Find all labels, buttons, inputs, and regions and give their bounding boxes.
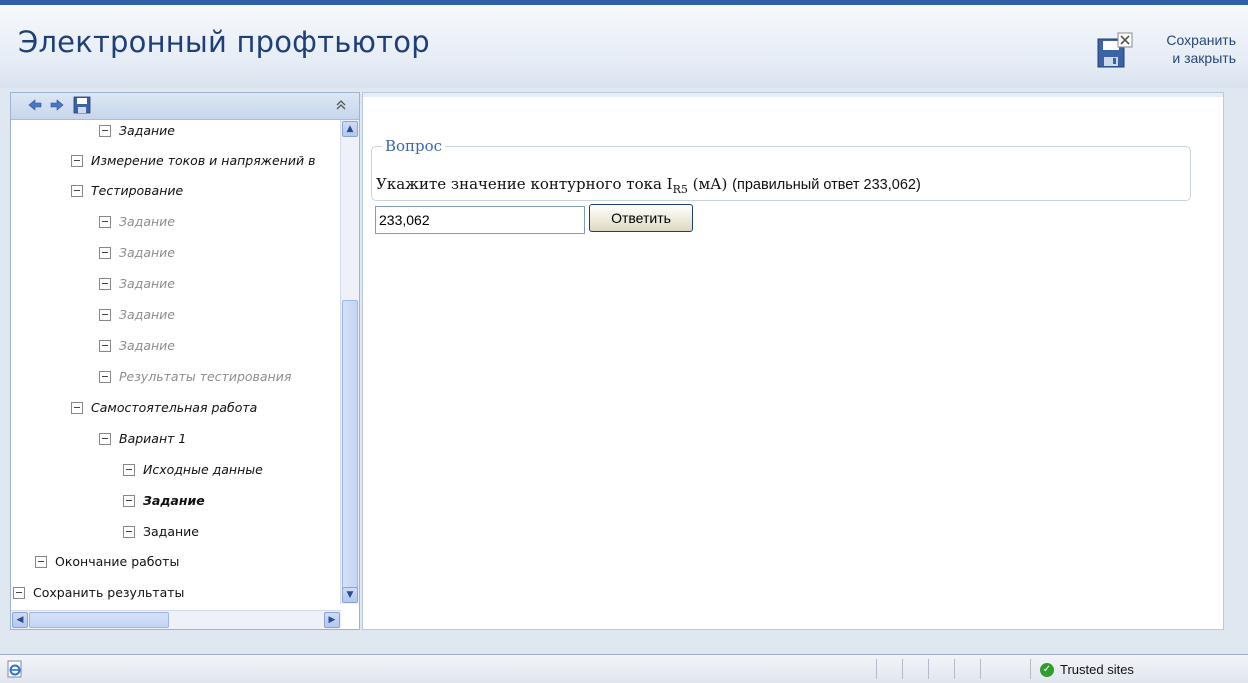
scroll-up-button[interactable]: ▲ — [342, 121, 358, 137]
tree-item-test-results[interactable]: Результаты тестирования — [99, 366, 291, 388]
node-collapse-icon — [99, 308, 111, 321]
tree-item-source-data[interactable]: Исходные данные — [123, 459, 263, 481]
question-hint: (правильный ответ 233,062) — [732, 177, 921, 193]
tree-item-variant-1[interactable]: Вариант 1 — [99, 428, 186, 450]
scroll-left-button[interactable]: ◀ — [12, 612, 28, 628]
node-collapse-icon — [99, 432, 111, 445]
node-collapse-icon — [99, 277, 111, 290]
tree-item-label: Задание — [119, 214, 175, 229]
answer-input[interactable] — [375, 206, 585, 234]
scroll-thumb-horizontal[interactable] — [29, 612, 169, 628]
status-separator — [902, 659, 903, 679]
nav-vertical-scrollbar[interactable]: ▲ ▼ — [340, 120, 359, 604]
tree-item-task[interactable]: Задание — [99, 211, 175, 233]
tree-item-label: Окончание работы — [55, 554, 180, 569]
status-separator — [928, 659, 929, 679]
question-text: Укажите значение контурного тока IR5 (мА… — [376, 175, 921, 196]
tree-item-task[interactable]: Задание — [123, 521, 199, 543]
tree-item-label: Исходные данные — [143, 462, 263, 477]
tree-item-task[interactable]: Задание — [99, 335, 175, 357]
back-arrow-icon[interactable] — [27, 97, 43, 113]
save-icon[interactable] — [73, 96, 91, 114]
security-zone[interactable]: ✓ Trusted sites — [1040, 660, 1134, 680]
tree-item-task-selected[interactable]: Задание — [123, 490, 205, 512]
content-panel: Вопрос Укажите значение контурного тока … — [362, 92, 1224, 630]
question-unit: (мА) — [687, 175, 733, 193]
tree-item-task[interactable]: Задание — [99, 273, 175, 295]
navigation-panel: Задание Измерение токов и напряжений в Т… — [10, 92, 360, 630]
tree-item-label: Результаты тестирования — [119, 369, 292, 384]
status-separator — [954, 659, 955, 679]
tree-item-testing[interactable]: Тестирование — [71, 180, 183, 202]
tree-item-end-of-work[interactable]: Окончание работы — [35, 551, 179, 573]
security-zone-label: Trusted sites — [1060, 662, 1134, 677]
question-legend: Вопрос — [385, 137, 443, 155]
status-separator — [980, 659, 981, 679]
tree-item-label: Самостоятельная работа — [91, 400, 258, 415]
question-subscript: R5 — [672, 183, 688, 196]
save-close-label-line2: и закрыть — [1172, 50, 1236, 66]
save-close-label: Сохранить и закрыть — [1166, 31, 1236, 67]
scroll-down-button[interactable]: ▼ — [342, 587, 358, 603]
ie-page-icon — [7, 660, 22, 678]
app-window: Электронный профтьютор Сохранить и закры… — [0, 0, 1248, 683]
tree-item-measurement[interactable]: Измерение токов и напряжений в — [71, 150, 315, 172]
node-collapse-icon — [35, 555, 47, 568]
node-collapse-icon — [99, 215, 111, 228]
node-collapse-icon — [13, 586, 25, 599]
checkmark-icon: ✓ — [1040, 662, 1054, 677]
node-collapse-icon — [71, 401, 83, 414]
question-text-main: Укажите значение контурного тока I — [376, 175, 673, 193]
tree-item-label: Измерение токов и напряжений в — [91, 153, 316, 168]
answer-button[interactable]: Ответить — [589, 204, 693, 232]
nav-tree: Задание Измерение токов и напряжений в Т… — [11, 120, 339, 604]
node-collapse-icon — [123, 525, 135, 538]
tree-item-save-results[interactable]: Сохранить результаты — [13, 582, 184, 604]
app-header: Электронный профтьютор Сохранить и закры… — [0, 0, 1248, 88]
tree-item-label: Задание — [143, 524, 199, 539]
nav-horizontal-scrollbar[interactable]: ◀ ▶ — [11, 610, 341, 629]
tree-item-label: Задание — [119, 123, 175, 138]
save-close-icon — [1097, 32, 1133, 68]
node-collapse-icon — [123, 463, 135, 476]
tree-item-task[interactable]: Задание — [99, 304, 175, 326]
app-title: Электронный профтьютор — [18, 25, 430, 59]
question-box: Вопрос Укажите значение контурного тока … — [371, 137, 1191, 201]
tree-item-label: Задание — [119, 245, 175, 260]
tree-item-label: Вариант 1 — [119, 431, 187, 446]
tree-item-task[interactable]: Задание — [99, 120, 175, 142]
save-and-close-button[interactable]: Сохранить и закрыть — [1086, 27, 1236, 77]
tree-item-label: Задание — [143, 493, 205, 508]
node-collapse-icon — [99, 339, 111, 352]
node-collapse-icon — [123, 494, 135, 507]
status-separator — [1030, 659, 1031, 679]
tree-item-label: Задание — [119, 338, 175, 353]
collapse-icon[interactable] — [333, 97, 349, 113]
node-collapse-icon — [99, 370, 111, 383]
scroll-thumb[interactable] — [342, 300, 358, 600]
node-collapse-icon — [71, 184, 83, 197]
node-collapse-icon — [99, 124, 111, 137]
save-close-label-line1: Сохранить — [1166, 32, 1236, 48]
content-divider — [363, 93, 1223, 97]
tree-item-label: Тестирование — [91, 183, 184, 198]
status-bar: ✓ Trusted sites — [0, 654, 1248, 683]
nav-toolbar — [11, 93, 359, 120]
tree-item-label: Задание — [119, 276, 175, 291]
status-separator — [876, 659, 877, 679]
forward-arrow-icon[interactable] — [49, 97, 65, 113]
tree-item-label: Задание — [119, 307, 175, 322]
tree-item-independent-work[interactable]: Самостоятельная работа — [71, 397, 257, 419]
node-collapse-icon — [99, 246, 111, 259]
node-collapse-icon — [71, 154, 83, 167]
tree-item-label: Сохранить результаты — [33, 585, 185, 600]
tree-item-task[interactable]: Задание — [99, 242, 175, 264]
scroll-right-button[interactable]: ▶ — [324, 612, 340, 628]
